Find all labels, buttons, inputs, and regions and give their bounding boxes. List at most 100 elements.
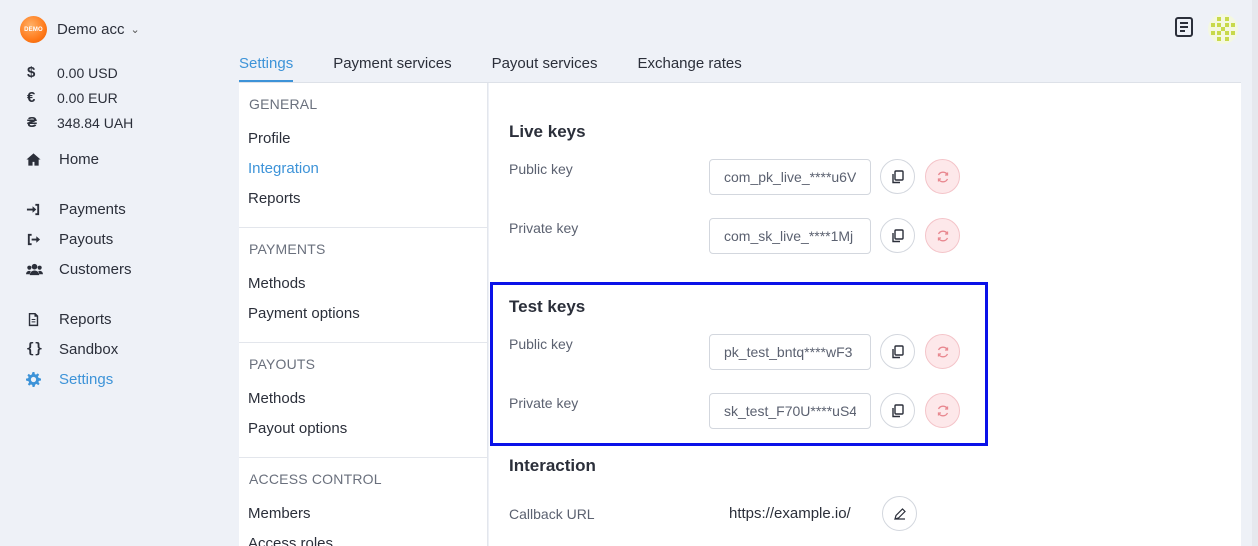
copy-button[interactable] [880, 393, 915, 428]
copy-icon [891, 344, 904, 358]
nav-item-reports[interactable]: Reports [26, 304, 118, 334]
home-icon [26, 152, 59, 167]
refresh-icon [937, 230, 948, 241]
nav-item-customers[interactable]: Customers [26, 254, 132, 284]
live-private-key-row: Private key [509, 218, 969, 254]
copy-icon [891, 228, 904, 242]
integration-content: Live keys Public key Private key Test ke… [489, 83, 1241, 546]
nav-item-payments[interactable]: Payments [26, 194, 132, 224]
nav-label: Settings [59, 370, 114, 388]
regenerate-button[interactable] [925, 334, 960, 369]
callback-url-label: Callback URL [509, 506, 595, 522]
regenerate-button[interactable] [925, 393, 960, 428]
menu-heading: ACCESS CONTROL [249, 471, 382, 487]
copy-button[interactable] [880, 218, 915, 253]
braces-icon: {} [26, 341, 43, 357]
menu-item-integration[interactable]: Integration [248, 154, 487, 184]
sign-in-icon [26, 202, 59, 217]
nav-group-tools: Reports {} Sandbox Settings [26, 304, 118, 394]
menu-item-members[interactable]: Members [248, 499, 487, 529]
balance-amount: 0.00 EUR [57, 89, 118, 106]
test-public-key-row: Public key [509, 334, 969, 370]
nav-item-payouts[interactable]: Payouts [26, 224, 132, 254]
callback-url-value: https://example.io/ [729, 505, 851, 522]
tab-exchange-rates[interactable]: Exchange rates [637, 52, 741, 82]
key-label: Public key [509, 336, 573, 352]
pencil-icon [893, 507, 906, 520]
menu-section-access-control: ACCESS CONTROL Members Access roles [239, 458, 487, 546]
tab-settings[interactable]: Settings [239, 52, 294, 82]
nav-group-main: Home [26, 144, 99, 174]
nav-item-home[interactable]: Home [26, 144, 99, 174]
menu-item-payment-methods[interactable]: Methods [248, 269, 487, 299]
settings-menu: GENERAL Profile Integration Reports PAYM… [239, 83, 488, 546]
menu-section-payouts: PAYOUTS Methods Payout options [239, 343, 487, 458]
euro-icon: € [27, 89, 36, 106]
dollar-icon: $ [27, 64, 36, 81]
menu-heading: PAYMENTS [249, 241, 326, 257]
balance-eur: € 0.00 EUR [27, 85, 133, 110]
users-icon [26, 262, 59, 277]
live-public-key-row: Public key [509, 159, 969, 195]
book-icon[interactable] [1174, 16, 1194, 43]
copy-button[interactable] [880, 334, 915, 369]
menu-item-payment-options[interactable]: Payment options [248, 299, 487, 329]
test-keys-title: Test keys [509, 297, 586, 316]
refresh-icon [937, 171, 948, 182]
nav-item-settings[interactable]: Settings [26, 364, 118, 394]
balance-usd: $ 0.00 USD [27, 60, 133, 85]
balance-amount: 0.00 USD [57, 64, 118, 81]
nav-label: Payments [59, 200, 126, 218]
test-public-key-input[interactable] [709, 334, 871, 370]
nav-label: Customers [59, 260, 132, 278]
nav-group-transactions: Payments Payouts Customers [26, 194, 132, 284]
account-name: Demo acc [57, 21, 125, 38]
balance-amount: 348.84 UAH [57, 114, 134, 131]
menu-item-payout-methods[interactable]: Methods [248, 384, 487, 414]
copy-button[interactable] [880, 159, 915, 194]
file-icon [26, 312, 59, 327]
edit-callback-button[interactable] [882, 496, 917, 531]
tab-payment-services[interactable]: Payment services [333, 52, 451, 82]
nav-label: Home [59, 150, 100, 168]
balances: $ 0.00 USD € 0.00 EUR ₴ 348.84 UAH [27, 60, 133, 135]
refresh-icon [937, 405, 948, 416]
callback-url-row: Callback URL https://example.io/ [509, 496, 969, 532]
menu-section-general: GENERAL Profile Integration Reports [239, 83, 487, 228]
menu-section-payments: PAYMENTS Methods Payment options [239, 228, 487, 343]
balance-uah: ₴ 348.84 UAH [27, 110, 133, 135]
menu-item-access-roles[interactable]: Access roles [248, 529, 487, 546]
sign-out-icon [26, 232, 59, 247]
interaction-title: Interaction [509, 456, 596, 475]
account-switcher[interactable]: DEMO Demo acc ⌄ [20, 16, 140, 43]
menu-item-reports[interactable]: Reports [248, 184, 487, 214]
key-label: Private key [509, 395, 579, 411]
copy-icon [891, 403, 904, 417]
top-right-actions [1174, 14, 1238, 44]
test-private-key-row: Private key [509, 393, 969, 429]
test-private-key-input[interactable] [709, 393, 871, 429]
copy-icon [891, 169, 904, 183]
key-label: Private key [509, 220, 579, 236]
regenerate-button[interactable] [925, 159, 960, 194]
nav-label: Sandbox [59, 340, 119, 358]
menu-item-payout-options[interactable]: Payout options [248, 414, 487, 444]
scrollbar[interactable] [1252, 0, 1258, 546]
chevron-down-icon: ⌄ [130, 24, 140, 36]
nav-label: Reports [59, 310, 112, 328]
key-label: Public key [509, 161, 573, 177]
nav-label: Payouts [59, 230, 114, 248]
hryvnia-icon: ₴ [27, 114, 38, 131]
menu-item-profile[interactable]: Profile [248, 124, 487, 154]
regenerate-button[interactable] [925, 218, 960, 253]
nav-item-sandbox[interactable]: {} Sandbox [26, 334, 118, 364]
menu-heading: GENERAL [249, 96, 318, 112]
live-private-key-input[interactable] [709, 218, 871, 254]
refresh-icon [937, 346, 948, 357]
avatar[interactable] [1208, 14, 1238, 44]
tab-payout-services[interactable]: Payout services [492, 52, 598, 82]
menu-heading: PAYOUTS [249, 356, 316, 372]
gear-icon [26, 371, 59, 387]
live-public-key-input[interactable] [709, 159, 871, 195]
demo-logo: DEMO [20, 16, 47, 43]
